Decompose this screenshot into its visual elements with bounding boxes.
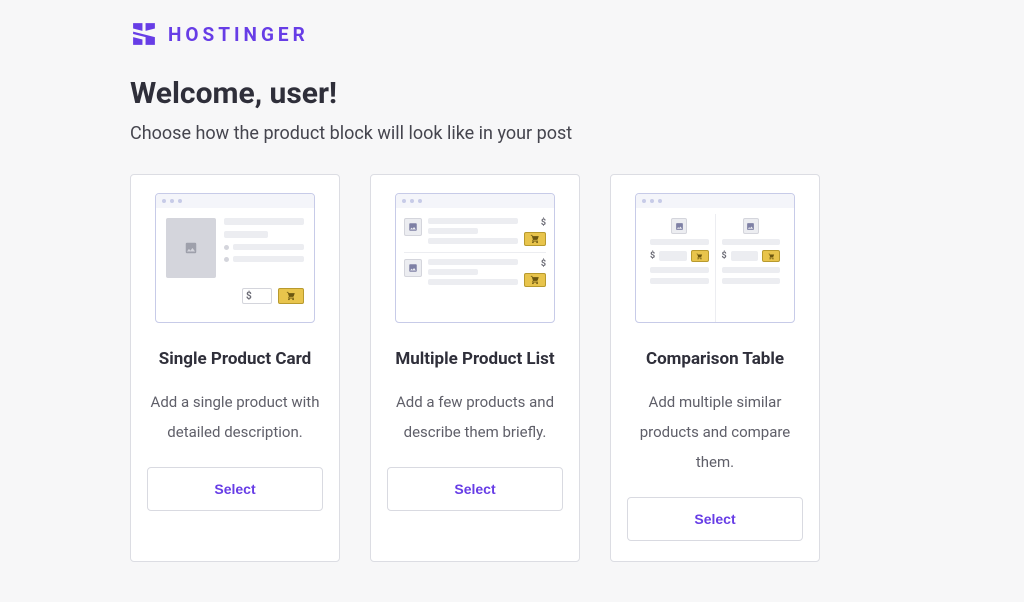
option-title: Comparison Table — [646, 347, 784, 373]
price-placeholder: $ — [242, 288, 272, 304]
cart-button-icon — [278, 288, 304, 304]
placeholder-image-icon — [671, 218, 687, 234]
select-button-single-product[interactable]: Select — [147, 467, 323, 511]
cart-button-icon — [524, 232, 546, 246]
cart-button-icon — [691, 250, 709, 262]
placeholder-image-icon — [404, 218, 422, 236]
hostinger-logo-icon — [130, 20, 158, 48]
thumbnail-comparison-table: $ $ — [635, 193, 795, 323]
price-placeholder: $ — [722, 251, 727, 261]
thumbnail-titlebar — [396, 194, 554, 208]
thumbnail-titlebar — [636, 194, 794, 208]
thumbnail-multiple-product-list: $ $ — [395, 193, 555, 323]
brand-logo: HOSTINGER — [130, 20, 894, 48]
cart-button-icon — [524, 273, 546, 287]
price-placeholder: $ — [541, 259, 546, 269]
thumbnail-single-product: $ — [155, 193, 315, 323]
option-title: Multiple Product List — [395, 347, 554, 373]
option-description: Add a single product with detailed descr… — [147, 387, 323, 447]
placeholder-image-icon — [404, 259, 422, 277]
option-card-single-product: $ Single Product Card Add a single produ… — [130, 174, 340, 562]
page-title: Welcome, user! — [130, 76, 894, 111]
placeholder-image-icon — [166, 218, 216, 278]
brand-name: HOSTINGER — [168, 23, 309, 46]
option-cards-row: $ Single Product Card Add a single produ… — [130, 174, 894, 562]
cart-button-icon — [762, 250, 780, 262]
page-subtitle: Choose how the product block will look l… — [130, 123, 894, 144]
price-placeholder: $ — [541, 218, 546, 228]
thumbnail-titlebar — [156, 194, 314, 208]
option-description: Add a few products and describe them bri… — [387, 387, 563, 447]
option-card-multiple-product-list: $ $ Multiple Product List Add a few prod… — [370, 174, 580, 562]
option-title: Single Product Card — [159, 347, 311, 373]
price-placeholder: $ — [650, 251, 655, 261]
select-button-multiple-product-list[interactable]: Select — [387, 467, 563, 511]
option-card-comparison-table: $ $ Comparison Table Add multiple simila… — [610, 174, 820, 562]
select-button-comparison-table[interactable]: Select — [627, 497, 803, 541]
option-description: Add multiple similar products and compar… — [627, 387, 803, 477]
placeholder-image-icon — [743, 218, 759, 234]
page-container: HOSTINGER Welcome, user! Choose how the … — [0, 0, 1024, 582]
